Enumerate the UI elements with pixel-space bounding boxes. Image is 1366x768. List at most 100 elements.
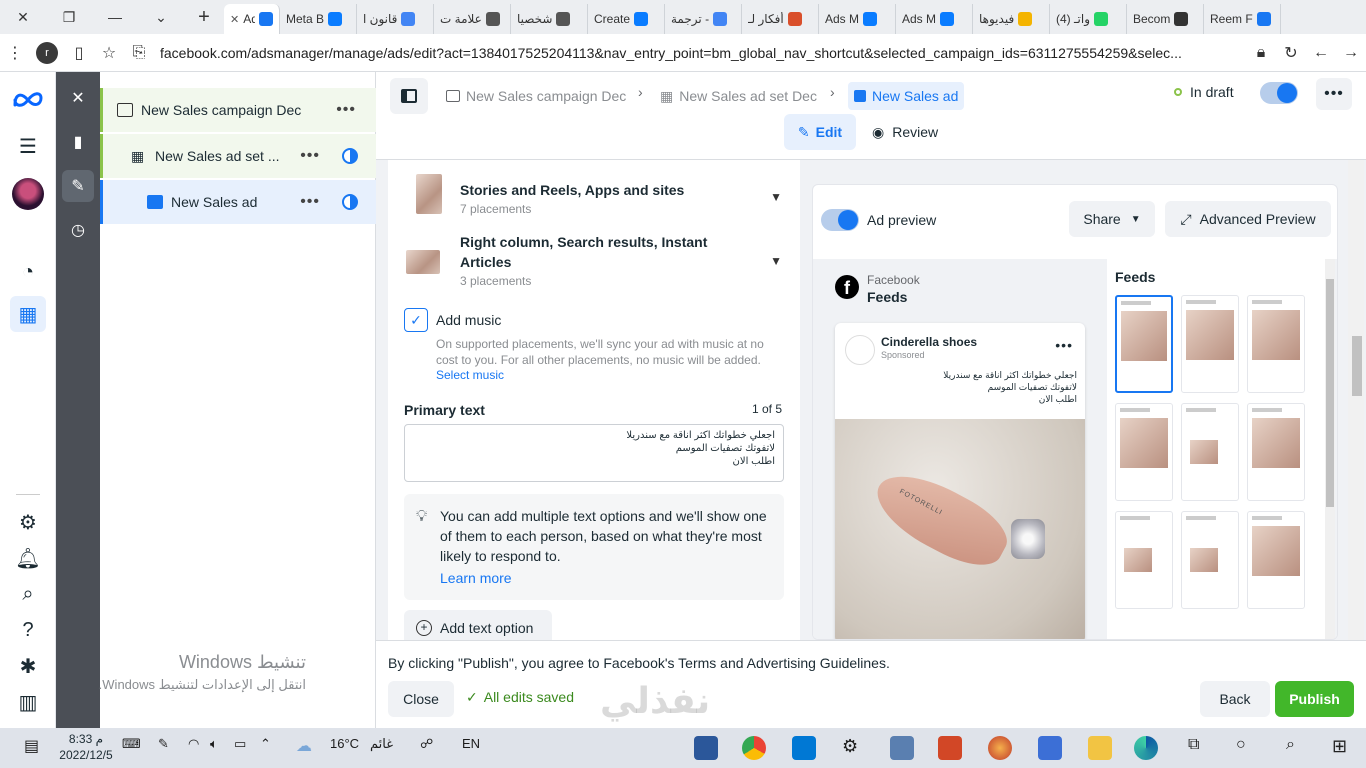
browser-tab[interactable]: Ads M [819, 4, 896, 34]
history-clock-icon[interactable]: ◷ [62, 214, 94, 246]
browser-tab[interactable]: قانون ا [357, 4, 434, 34]
taskbar-clock[interactable]: 8:33 م 2022/12/5 [58, 731, 114, 763]
chevron-up-icon[interactable]: ⌃ [260, 736, 271, 752]
taskbar-search-icon[interactable]: ⌕ [1286, 736, 1295, 754]
edit-pencil-icon[interactable]: ✎ [62, 170, 94, 202]
back-arrow-icon[interactable]: ← [1306, 44, 1336, 62]
add-text-option-button[interactable]: + Add text option [404, 610, 552, 640]
browser-tab[interactable]: (4) واتـ [1050, 4, 1127, 34]
search-icon[interactable]: ⌕ [14, 580, 42, 608]
forward-arrow-icon[interactable]: → [1336, 44, 1366, 62]
charts-icon[interactable]: ▮ [62, 126, 94, 158]
share-page-icon[interactable]: ⎘ [124, 44, 154, 62]
page-scrollbar[interactable] [1348, 160, 1364, 640]
close-tab-icon[interactable]: ✕ [230, 13, 239, 26]
notifications-bell-icon[interactable]: 🔔︎ [14, 544, 42, 572]
adset-more-icon[interactable]: ••• [300, 147, 320, 165]
battery-icon[interactable]: ▭ [234, 736, 246, 752]
preview-scrollbar[interactable] [1325, 259, 1335, 640]
tab-review[interactable]: ◉ Review [872, 114, 938, 150]
close-window-icon[interactable]: ✕ [0, 0, 46, 34]
restore-window-icon[interactable]: ❐ [46, 0, 92, 34]
placement-thumbnail[interactable] [1181, 403, 1239, 501]
browser-tab[interactable]: ✕Ad [224, 4, 280, 34]
wifi-icon[interactable]: ◠ [188, 736, 199, 752]
ads-manager-grid-icon[interactable]: ▦ [10, 296, 46, 332]
primary-text-field[interactable]: اجعلي خطواتك اكثر اناقة مع سندريلا لاتفو… [404, 424, 784, 482]
close-button[interactable]: Close [388, 681, 454, 717]
word-app-icon[interactable] [694, 736, 718, 760]
placement-thumbnail[interactable] [1247, 403, 1305, 501]
publish-button[interactable]: Publish [1275, 681, 1354, 717]
chevron-down-icon[interactable]: ▼ [770, 190, 782, 204]
people-icon[interactable]: ☍ [420, 736, 433, 752]
more-menu-icon[interactable]: ⋮ [0, 43, 30, 63]
ad-on-off-toggle[interactable] [1260, 82, 1298, 104]
placement-thumbnail[interactable] [1247, 295, 1305, 393]
keyboard-icon[interactable]: ⌨ [122, 736, 141, 752]
settings-gear-icon[interactable]: ⚙ [14, 508, 42, 536]
browser-tab[interactable]: علامة ت [434, 4, 511, 34]
share-button[interactable]: Share ▼ [1069, 201, 1155, 237]
placement-row[interactable]: Right column, Search results, Instant Ar… [404, 230, 788, 294]
feed-post-preview[interactable]: Cinderella shoes Sponsored ••• اجعلي خطو… [835, 323, 1085, 640]
edge-app-icon[interactable] [1134, 736, 1158, 760]
cortana-icon[interactable]: ○ [1236, 736, 1246, 754]
tree-ad[interactable]: New Sales ad ••• [100, 180, 376, 224]
placement-thumbnail[interactable] [1115, 511, 1173, 609]
post-more-icon[interactable]: ••• [1055, 337, 1073, 353]
speedometer-icon[interactable]: ◔ [14, 258, 42, 286]
placement-thumbnail[interactable] [1247, 511, 1305, 609]
toggle-sidebar-button[interactable] [390, 78, 428, 114]
meta-logo-icon[interactable] [12, 90, 44, 108]
placement-thumbnail[interactable] [1181, 295, 1239, 393]
tab-list-chevron-icon[interactable]: ⌄ [138, 0, 184, 34]
tree-adset[interactable]: ▦ New Sales ad set ... ••• [100, 134, 376, 178]
panel-toggle-icon[interactable]: ▥ [14, 688, 42, 716]
tree-campaign[interactable]: New Sales campaign Dec ••• [100, 88, 376, 132]
more-options-button[interactable]: ••• [1316, 78, 1352, 110]
placement-row[interactable]: Stories and Reels, Apps and sites 7 plac… [404, 168, 788, 224]
terms-link[interactable]: Terms and Advertising Guidelines [678, 655, 886, 671]
browser-tab[interactable]: Reem F [1204, 4, 1281, 34]
placement-thumbnail[interactable] [1181, 511, 1239, 609]
reload-icon[interactable]: ↻ [1276, 43, 1306, 63]
breadcrumb-ad[interactable]: New Sales ad [848, 82, 964, 110]
account-avatar[interactable] [12, 178, 44, 210]
ad-preview-toggle[interactable] [821, 209, 859, 231]
breadcrumb-campaign[interactable]: New Sales campaign Dec [446, 82, 626, 110]
placement-thumbnail[interactable] [1115, 295, 1173, 393]
pen-icon[interactable]: ✎ [158, 736, 169, 752]
browser-tab[interactable]: أفكار لـ [742, 4, 819, 34]
browser-tab[interactable]: شخصيا [511, 4, 588, 34]
sidebar-icon[interactable]: ▯ [64, 43, 94, 63]
settings-app-icon[interactable]: ⚙ [842, 736, 858, 757]
windows-start-icon[interactable]: ⊞ [1332, 736, 1347, 757]
browser-tab[interactable]: ترجمة - [665, 4, 742, 34]
file-explorer-app-icon[interactable] [1088, 736, 1112, 760]
tab-edit[interactable]: ✎ Edit [784, 114, 856, 150]
advanced-preview-button[interactable]: ⤢ Advanced Preview [1165, 201, 1331, 237]
report-bug-icon[interactable]: ✱ [14, 652, 42, 680]
ad-more-icon[interactable]: ••• [300, 193, 320, 211]
close-editor-icon[interactable]: ✕ [62, 82, 94, 114]
notification-center-icon[interactable]: ▤ [24, 736, 39, 756]
bookmark-star-icon[interactable]: ☆ [94, 43, 124, 63]
volume-icon[interactable]: 🔈︎ [210, 736, 218, 752]
profile-avatar[interactable]: r [36, 42, 58, 64]
store-app-icon[interactable] [1038, 736, 1062, 760]
task-view-icon[interactable]: ⧉ [1188, 736, 1199, 754]
chevron-down-icon[interactable]: ▼ [770, 254, 782, 268]
minimize-window-icon[interactable]: — [92, 0, 138, 34]
chrome-app-icon[interactable] [742, 736, 766, 760]
browser-tab[interactable]: Meta B [280, 4, 357, 34]
url-field[interactable]: facebook.com/adsmanager/manage/ads/edit?… [154, 45, 1246, 61]
select-music-link[interactable]: Select music [436, 368, 504, 382]
back-button[interactable]: Back [1200, 681, 1270, 717]
learn-more-link[interactable]: Learn more [440, 570, 512, 586]
browser-tab[interactable]: Becom [1127, 4, 1204, 34]
browser-tab[interactable]: Ads M [896, 4, 973, 34]
weather-temp[interactable]: 16°C [330, 736, 359, 751]
breadcrumb-adset[interactable]: ▦ New Sales ad set Dec [660, 82, 817, 110]
campaign-more-icon[interactable]: ••• [336, 101, 356, 119]
